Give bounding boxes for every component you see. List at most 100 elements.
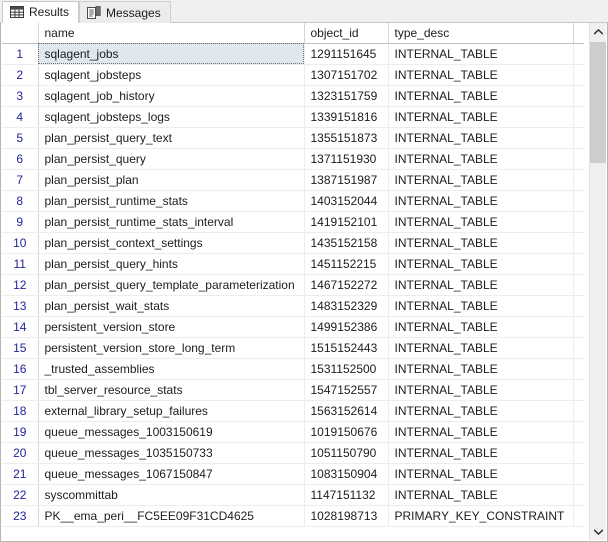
cell-type-desc[interactable]: INTERNAL_TABLE	[388, 190, 574, 212]
table-row[interactable]: 14 persistent_version_store 1499152386 INTE…	[2, 316, 584, 338]
table-row[interactable]: 16 _trusted_assemblies 1531152500 INTERNAL_…	[2, 358, 584, 380]
cell-object-id[interactable]: 1355151873	[304, 127, 389, 149]
row-number-cell[interactable]: 23	[2, 505, 39, 527]
cell-object-id[interactable]: 1483152329	[304, 295, 389, 317]
table-row[interactable]: 17 tbl_server_resource_stats 1547152557 INT…	[2, 379, 584, 401]
cell-object-id[interactable]: 1339151816	[304, 106, 389, 128]
cell-object-id[interactable]: 1499152386	[304, 316, 389, 338]
cell-name[interactable]: persistent_version_store	[38, 316, 305, 338]
cell-object-id[interactable]: 1083150904	[304, 463, 389, 485]
row-number-cell[interactable]: 11	[2, 253, 39, 275]
cell-type-desc[interactable]: INTERNAL_TABLE	[388, 211, 574, 233]
cell-name[interactable]: plan_persist_plan	[38, 169, 305, 191]
cell-name[interactable]: plan_persist_runtime_stats_interval	[38, 211, 305, 233]
table-row[interactable]: 13 plan_persist_wait_stats 1483152329 INTER…	[2, 295, 584, 317]
cell-object-id[interactable]: 1387151987	[304, 169, 389, 191]
table-row[interactable]: 10 plan_persist_context_settings 143515215…	[2, 232, 584, 254]
cell-type-desc[interactable]: INTERNAL_TABLE	[388, 169, 574, 191]
table-row[interactable]: 8 plan_persist_runtime_stats 1403152044 INT…	[2, 190, 584, 212]
row-number-cell[interactable]: 3	[2, 85, 39, 107]
cell-object-id[interactable]: 1371151930	[304, 148, 389, 170]
table-row[interactable]: 1 sqlagent_jobs 1291151645 INTERNAL_TABLE	[2, 43, 584, 65]
cell-name[interactable]: plan_persist_wait_stats	[38, 295, 305, 317]
row-number-cell[interactable]: 7	[2, 169, 39, 191]
cell-type-desc[interactable]: INTERNAL_TABLE	[388, 85, 574, 107]
table-row[interactable]: 6 plan_persist_query 1371151930 INTERNAL_TA…	[2, 148, 584, 170]
row-number-cell[interactable]: 10	[2, 232, 39, 254]
cell-object-id[interactable]: 1515152443	[304, 337, 389, 359]
cell-name[interactable]: plan_persist_query_hints	[38, 253, 305, 275]
scroll-up-button[interactable]	[590, 23, 606, 40]
table-row[interactable]: 11 plan_persist_query_hints 1451152215 INTE…	[2, 253, 584, 275]
cell-type-desc[interactable]: INTERNAL_TABLE	[388, 253, 574, 275]
table-row[interactable]: 2 sqlagent_jobsteps 1307151702 INTERNAL_TAB…	[2, 64, 584, 86]
cell-type-desc[interactable]: PRIMARY_KEY_CONSTRAINT	[388, 505, 574, 527]
column-header-name[interactable]: name	[38, 23, 305, 44]
scrollbar-track[interactable]	[590, 40, 606, 523]
row-number-cell[interactable]: 8	[2, 190, 39, 212]
cell-name[interactable]: external_library_setup_failures	[38, 400, 305, 422]
cell-name[interactable]: plan_persist_query	[38, 148, 305, 170]
cell-name[interactable]: sqlagent_jobs	[38, 43, 305, 65]
scroll-down-button[interactable]	[590, 523, 606, 540]
cell-type-desc[interactable]: INTERNAL_TABLE	[388, 64, 574, 86]
cell-name[interactable]: plan_persist_query_template_parameteriza…	[38, 274, 305, 296]
table-row[interactable]: 4 sqlagent_jobsteps_logs 1339151816 INTERNA…	[2, 106, 584, 128]
cell-object-id[interactable]: 1028198713	[304, 505, 389, 527]
row-number-cell[interactable]: 17	[2, 379, 39, 401]
row-number-cell[interactable]: 14	[2, 316, 39, 338]
cell-name[interactable]: sqlagent_jobsteps	[38, 64, 305, 86]
scrollbar-thumb[interactable]	[590, 42, 606, 163]
cell-object-id[interactable]: 1435152158	[304, 232, 389, 254]
cell-type-desc[interactable]: INTERNAL_TABLE	[388, 442, 574, 464]
cell-object-id[interactable]: 1147151132	[304, 484, 389, 506]
row-number-cell[interactable]: 15	[2, 337, 39, 359]
cell-name[interactable]: persistent_version_store_long_term	[38, 337, 305, 359]
row-number-cell[interactable]: 1	[2, 43, 39, 65]
cell-object-id[interactable]: 1291151645	[304, 43, 389, 65]
table-row[interactable]: 20 queue_messages_1035150733 1051150790 INT…	[2, 442, 584, 464]
cell-type-desc[interactable]: INTERNAL_TABLE	[388, 295, 574, 317]
cell-name[interactable]: _trusted_assemblies	[38, 358, 305, 380]
column-header-type-desc[interactable]: type_desc	[388, 23, 574, 44]
table-row[interactable]: 3 sqlagent_job_history 1323151759 INTERNAL_…	[2, 85, 584, 107]
table-row[interactable]: 5 plan_persist_query_text 1355151873 INTERN…	[2, 127, 584, 149]
cell-type-desc[interactable]: INTERNAL_TABLE	[388, 127, 574, 149]
cell-object-id[interactable]: 1403152044	[304, 190, 389, 212]
cell-object-id[interactable]: 1451152215	[304, 253, 389, 275]
table-row[interactable]: 19 queue_messages_1003150619 1019150676 INT…	[2, 421, 584, 443]
cell-name[interactable]: queue_messages_1067150847	[38, 463, 305, 485]
row-number-cell[interactable]: 6	[2, 148, 39, 170]
cell-object-id[interactable]: 1419152101	[304, 211, 389, 233]
row-number-cell[interactable]: 16	[2, 358, 39, 380]
cell-name[interactable]: plan_persist_query_text	[38, 127, 305, 149]
cell-object-id[interactable]: 1323151759	[304, 85, 389, 107]
cell-type-desc[interactable]: INTERNAL_TABLE	[388, 43, 574, 65]
cell-type-desc[interactable]: INTERNAL_TABLE	[388, 421, 574, 443]
row-number-cell[interactable]: 5	[2, 127, 39, 149]
cell-type-desc[interactable]: INTERNAL_TABLE	[388, 358, 574, 380]
tab-results[interactable]: Results	[2, 1, 80, 23]
column-header-object-id[interactable]: object_id	[304, 23, 389, 44]
cell-object-id[interactable]: 1467152272	[304, 274, 389, 296]
cell-object-id[interactable]: 1307151702	[304, 64, 389, 86]
table-row[interactable]: 12 plan_persist_query_template_parameteri…	[2, 274, 584, 296]
row-number-cell[interactable]: 2	[2, 64, 39, 86]
table-row[interactable]: 18 external_library_setup_failures 1563152…	[2, 400, 584, 422]
row-number-cell[interactable]: 22	[2, 484, 39, 506]
cell-type-desc[interactable]: INTERNAL_TABLE	[388, 232, 574, 254]
tab-messages[interactable]: Messages	[79, 1, 171, 23]
table-row[interactable]: 15 persistent_version_store_long_term 1515…	[2, 337, 584, 359]
cell-name[interactable]: plan_persist_runtime_stats	[38, 190, 305, 212]
cell-object-id[interactable]: 1547152557	[304, 379, 389, 401]
table-row[interactable]: 7 plan_persist_plan 1387151987 INTERNAL_TAB…	[2, 169, 584, 191]
row-number-cell[interactable]: 4	[2, 106, 39, 128]
table-row[interactable]: 23 PK__ema_peri__FC5EE09F31CD4625 10281987…	[2, 505, 584, 527]
row-number-cell[interactable]: 21	[2, 463, 39, 485]
cell-object-id[interactable]: 1563152614	[304, 400, 389, 422]
table-row[interactable]: 21 queue_messages_1067150847 1083150904 INT…	[2, 463, 584, 485]
row-number-cell[interactable]: 12	[2, 274, 39, 296]
table-row[interactable]: 9 plan_persist_runtime_stats_interval 1419…	[2, 211, 584, 233]
results-grid-viewport[interactable]: name object_id type_desc 1 sqlagent_jobs 1…	[2, 23, 584, 541]
cell-type-desc[interactable]: INTERNAL_TABLE	[388, 274, 574, 296]
